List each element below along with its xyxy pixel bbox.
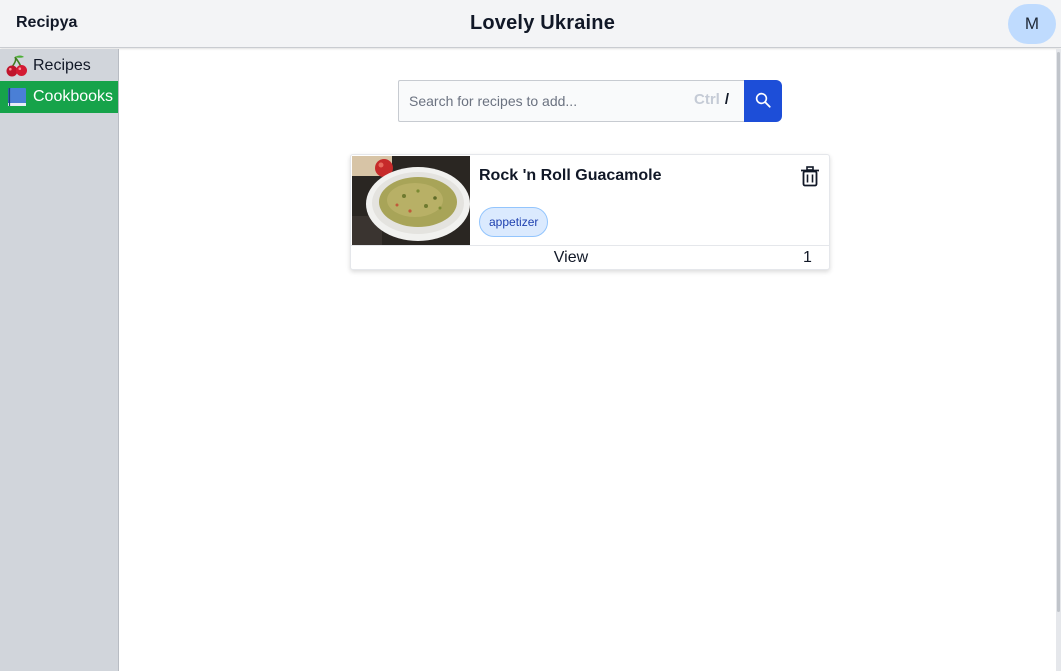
sidebar-item-label: Recipes <box>33 57 91 74</box>
category-tag[interactable]: appetizer <box>479 207 549 237</box>
search-input[interactable] <box>398 80 745 122</box>
recipe-thumbnail[interactable] <box>352 156 470 245</box>
recipe-index-number: 1 <box>803 249 812 266</box>
sidebar: Recipes Cookbooks <box>0 49 119 671</box>
search-icon <box>754 91 772 112</box>
keyboard-shortcut-hint: Ctrl / <box>694 91 729 108</box>
recipe-card: Rock 'n Roll Guacamole appetizer View 1 <box>350 154 830 270</box>
shortcut-modifier: Ctrl <box>694 91 720 108</box>
card-divider <box>351 245 829 246</box>
trash-icon[interactable] <box>799 165 821 187</box>
search-button[interactable] <box>744 80 782 122</box>
cherries-icon <box>5 54 29 78</box>
sidebar-item-cookbooks[interactable]: Cookbooks <box>0 81 118 113</box>
shortcut-key: / <box>724 91 730 108</box>
view-recipe-button[interactable]: View <box>351 249 791 267</box>
sidebar-item-label: Cookbooks <box>33 88 114 105</box>
recipe-title[interactable]: Rock 'n Roll Guacamole <box>479 167 662 185</box>
top-navbar: Recipya Lovely Ukraine M <box>0 0 1061 48</box>
page-scrollbar-thumb[interactable] <box>1057 52 1060 612</box>
recipe-search-bar: Ctrl/ <box>398 80 782 122</box>
page-title: Lovely Ukraine <box>469 12 616 34</box>
blue-book-icon <box>5 85 29 109</box>
sidebar-item-recipes[interactable]: Recipes <box>0 50 118 82</box>
user-avatar[interactable]: M <box>1008 4 1056 44</box>
